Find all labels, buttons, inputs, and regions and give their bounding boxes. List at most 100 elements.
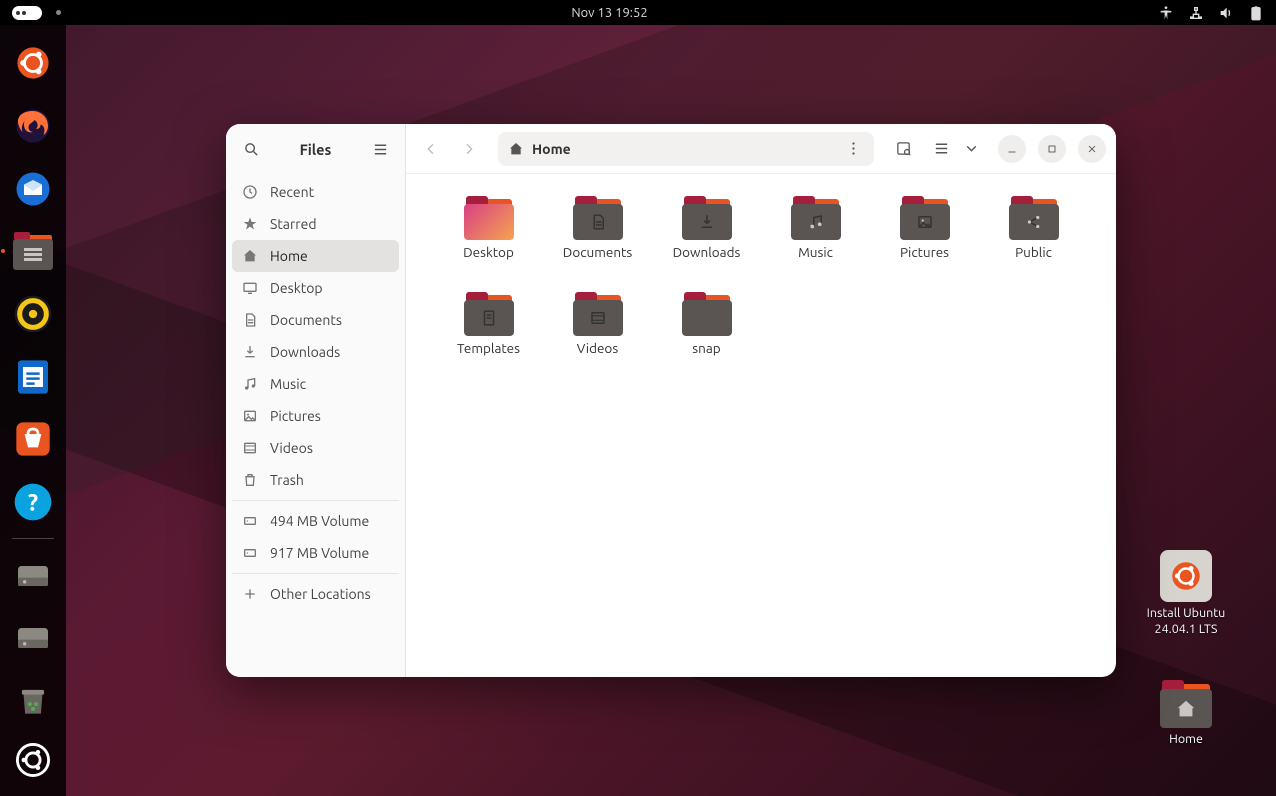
sidebar-item-label: Music — [270, 376, 306, 392]
sidebar-item-recent[interactable]: Recent — [232, 176, 399, 208]
dock-trash[interactable] — [6, 675, 60, 728]
sidebar-item-downloads[interactable]: Downloads — [232, 336, 399, 368]
sidebar-item-label: Videos — [270, 440, 313, 456]
sidebar-item-label: Other Locations — [270, 586, 371, 602]
home-folder-icon — [1158, 680, 1214, 728]
home-label: Home — [1169, 732, 1203, 748]
view-options-button[interactable] — [956, 134, 986, 164]
minimize-button[interactable] — [998, 135, 1026, 163]
folder-desktop[interactable]: Desktop — [434, 196, 543, 286]
sidebar-item-videos[interactable]: Videos — [232, 432, 399, 464]
folder-label: Templates — [457, 340, 520, 356]
sidebar-item-pictures[interactable]: Pictures — [232, 400, 399, 432]
maximize-button[interactable] — [1038, 135, 1066, 163]
desktop[interactable]: Install Ubuntu24.04.1 LTS Home Files — [0, 25, 1276, 796]
search-button[interactable] — [236, 134, 266, 164]
dock-item-help[interactable]: ? — [6, 476, 60, 529]
activities-area[interactable] — [12, 6, 61, 20]
path-label: Home — [532, 141, 571, 157]
volume-icon — [1218, 5, 1234, 21]
forward-button[interactable] — [454, 134, 484, 164]
sidebar-item-label: Documents — [270, 312, 342, 328]
dock-mount[interactable] — [6, 612, 60, 665]
folder-label: Downloads — [673, 244, 741, 260]
folder-label: Music — [798, 244, 833, 260]
folder-icon — [462, 292, 516, 336]
files-titlebar: Home — [406, 124, 1116, 174]
sidebar-volume[interactable]: 917 MB Volume — [232, 537, 399, 569]
folder-icon — [680, 292, 734, 336]
folder-icon — [898, 196, 952, 240]
folder-pictures[interactable]: Pictures — [870, 196, 979, 286]
clock[interactable]: Nov 13 19:52 — [571, 6, 647, 20]
folder-icon — [789, 196, 843, 240]
folder-icon — [1007, 196, 1061, 240]
sidebar-item-home[interactable]: Home — [232, 240, 399, 272]
dock-item-install-ubuntu[interactable] — [6, 37, 60, 90]
sidebar-item-label: Starred — [270, 216, 317, 232]
folder-public[interactable]: Public — [979, 196, 1088, 286]
dock-item-libreoffice-writer[interactable] — [6, 350, 60, 403]
app-title: Files — [276, 141, 355, 158]
folder-music[interactable]: Music — [761, 196, 870, 286]
folder-label: Desktop — [463, 244, 514, 260]
accessibility-icon — [1158, 5, 1174, 21]
install-label: Install Ubuntu24.04.1 LTS — [1147, 606, 1226, 637]
folder-icon — [571, 196, 625, 240]
sidebar-item-label: Recent — [270, 184, 314, 200]
path-menu-button[interactable] — [838, 134, 868, 164]
folder-videos[interactable]: Videos — [543, 292, 652, 382]
datetime-label: Nov 13 19:52 — [571, 6, 647, 20]
sidebar-item-trash[interactable]: Trash — [232, 464, 399, 496]
dock-item-thunderbird[interactable] — [6, 162, 60, 215]
folder-snap[interactable]: snap — [652, 292, 761, 382]
folder-label: Videos — [577, 340, 618, 356]
sidebar-item-label: 494 MB Volume — [270, 513, 369, 529]
dock-mount[interactable] — [6, 549, 60, 602]
sidebar-item-label: Home — [270, 248, 308, 264]
sidebar-item-desktop[interactable]: Desktop — [232, 272, 399, 304]
path-bar[interactable]: Home — [498, 132, 874, 166]
folder-icon — [462, 196, 516, 240]
show-applications-button[interactable] — [6, 733, 60, 786]
desktop-icon-install-ubuntu[interactable]: Install Ubuntu24.04.1 LTS — [1136, 550, 1236, 637]
sidebar-item-music[interactable]: Music — [232, 368, 399, 400]
svg-text:?: ? — [28, 489, 38, 515]
sidebar-item-label: Trash — [270, 472, 304, 488]
close-button[interactable] — [1078, 135, 1106, 163]
dock-item-rhythmbox[interactable] — [6, 288, 60, 341]
sidebar-item-label: Desktop — [270, 280, 323, 296]
desktop-icon-home[interactable]: Home — [1136, 680, 1236, 748]
sidebar-volume[interactable]: 494 MB Volume — [232, 505, 399, 537]
battery-icon — [1248, 5, 1264, 21]
dock-item-firefox[interactable] — [6, 100, 60, 153]
folder-icon — [571, 292, 625, 336]
back-button[interactable] — [416, 134, 446, 164]
dock-item-files[interactable] — [6, 225, 60, 278]
system-tray[interactable] — [1158, 5, 1264, 21]
sidebar-item-starred[interactable]: Starred — [232, 208, 399, 240]
files-sidebar: Files Recent Starred Home Desktop Documents D… — [226, 124, 406, 677]
sidebar-item-documents[interactable]: Documents — [232, 304, 399, 336]
folder-grid[interactable]: Desktop Documents Downloads Music Pictures Pu… — [406, 174, 1116, 677]
folder-label: snap — [692, 340, 720, 356]
top-bar: Nov 13 19:52 — [0, 0, 1276, 25]
home-icon — [508, 141, 524, 157]
workspace-dot-icon — [56, 10, 61, 15]
sidebar-other-locations[interactable]: Other Locations — [232, 578, 399, 610]
network-icon — [1188, 5, 1204, 21]
dock-item-ubuntu-software[interactable] — [6, 413, 60, 466]
sidebar-item-label: 917 MB Volume — [270, 545, 369, 561]
sidebar-item-label: Downloads — [270, 344, 340, 360]
folder-templates[interactable]: Templates — [434, 292, 543, 382]
dock: ? — [0, 25, 66, 796]
workspace-pill-icon — [12, 6, 42, 20]
folder-documents[interactable]: Documents — [543, 196, 652, 286]
focus-file-button[interactable] — [888, 134, 918, 164]
hamburger-menu-button[interactable] — [365, 134, 395, 164]
list-view-button[interactable] — [926, 134, 956, 164]
folder-downloads[interactable]: Downloads — [652, 196, 761, 286]
folder-label: Pictures — [900, 244, 949, 260]
files-window: Files RecentStarredHomeDesktopDocumentsD… — [226, 124, 1116, 677]
install-ubuntu-icon — [1160, 550, 1212, 602]
